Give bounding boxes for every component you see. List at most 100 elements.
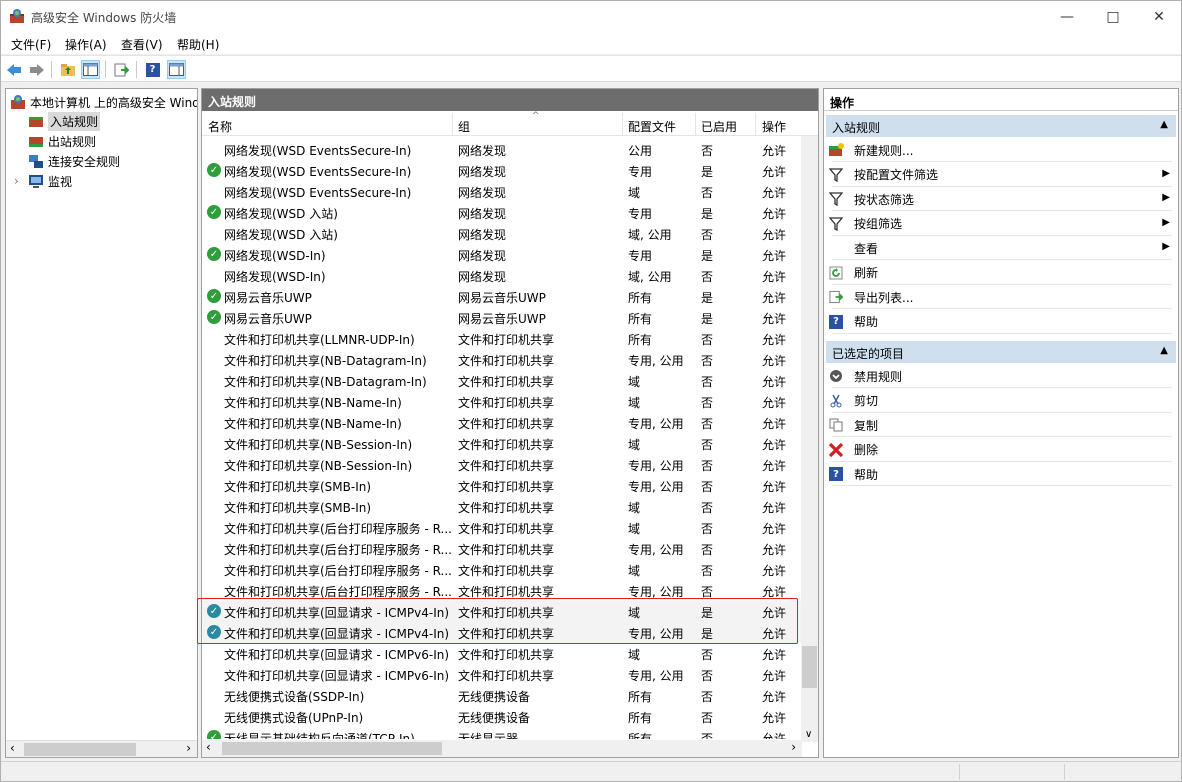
cell-name: 网络发现(WSD 入站)	[224, 228, 338, 242]
scroll-right-icon[interactable]: ›	[791, 740, 796, 754]
enabled-check-icon: ✓	[207, 247, 221, 261]
column-action[interactable]: 操作	[762, 118, 786, 135]
action-item[interactable]: 按配置文件筛选 ▶	[828, 164, 1174, 186]
cell-group: 文件和打印机共享	[458, 480, 555, 494]
action-item-label: 帮助	[854, 315, 879, 329]
table-row[interactable]: 文件和打印机共享(NB-Datagram-In) 文件和打印机共享 域 否 允许	[202, 370, 802, 391]
tree-item-monitoring[interactable]: › 监视	[14, 171, 72, 191]
column-enabled[interactable]: 已启用	[701, 118, 737, 135]
table-row[interactable]: 无线便携式设备(SSDP-In) 无线便携设备 所有 否 允许	[202, 685, 802, 706]
expand-chevron-icon[interactable]: ›	[14, 174, 24, 188]
action-item[interactable]: 复制	[828, 414, 1174, 436]
cell-name: 文件和打印机共享(后台打印程序服务 - R...	[224, 522, 452, 536]
collapse-icon[interactable]: ▲	[1160, 345, 1168, 356]
back-icon[interactable]	[4, 60, 23, 79]
actions-section-inbound[interactable]: 入站规则 ▲	[826, 115, 1176, 137]
table-row[interactable]: 网络发现(WSD EventsSecure-In) 网络发现 公用 否 允许	[202, 139, 802, 160]
cell-profile: 所有	[628, 711, 653, 725]
cell-name: 文件和打印机共享(NB-Session-In)	[224, 459, 413, 473]
cell-enabled: 是	[701, 249, 714, 263]
table-row[interactable]: ✓ 网络发现(WSD EventsSecure-In) 网络发现 专用 是 允许	[202, 160, 802, 181]
maximize-button[interactable]: □	[1090, 1, 1136, 32]
action-item[interactable]: 按组筛选 ▶	[828, 213, 1174, 235]
scroll-left-icon[interactable]: ‹	[206, 740, 211, 754]
up-folder-icon[interactable]	[58, 60, 77, 79]
rules-hscroll-thumb[interactable]	[222, 742, 442, 755]
menu-bar: 文件(F) 操作(A) 查看(V) 帮助(H)	[1, 32, 1181, 54]
table-row[interactable]: 文件和打印机共享(后台打印程序服务 - R... 文件和打印机共享 专用, 公用 否 允…	[202, 538, 802, 559]
action-item[interactable]: 剪切	[828, 390, 1174, 412]
cell-action: 允许	[762, 711, 787, 725]
cell-profile: 专用, 公用	[628, 480, 684, 494]
menu-view[interactable]: 查看(V)	[121, 36, 163, 53]
table-row[interactable]: ✓ 无线显示基础结构反向通道(TCP-In) 无线显示器 所有 否 允许	[202, 727, 802, 739]
table-row[interactable]: 文件和打印机共享(SMB-In) 文件和打印机共享 域 否 允许	[202, 496, 802, 517]
table-row[interactable]: 文件和打印机共享(回显请求 - ICMPv6-In) 文件和打印机共享 域 否 允许	[202, 643, 802, 664]
action-item[interactable]: 新建规则...	[828, 139, 1174, 161]
action-item[interactable]: ? 帮助	[828, 311, 1174, 333]
show-hide-action-pane-icon[interactable]	[167, 60, 186, 79]
tree-item-inbound-rules[interactable]: 入站规则	[28, 111, 101, 131]
table-row[interactable]: 文件和打印机共享(后台打印程序服务 - R... 文件和打印机共享 域 否 允许	[202, 559, 802, 580]
table-row[interactable]: 文件和打印机共享(NB-Name-In) 文件和打印机共享 域 否 允许	[202, 391, 802, 412]
table-row[interactable]: 网络发现(WSD EventsSecure-In) 网络发现 域 否 允许	[202, 181, 802, 202]
rules-vscroll-thumb[interactable]	[802, 646, 817, 688]
tree-horizontal-scrollbar[interactable]: ‹ ›	[6, 740, 197, 757]
table-row[interactable]: 文件和打印机共享(SMB-In) 文件和打印机共享 专用, 公用 否 允许	[202, 475, 802, 496]
action-item-label: 新建规则...	[854, 143, 914, 158]
cell-group: 网络发现	[458, 270, 507, 284]
action-item[interactable]: 查看 ▶	[828, 237, 1174, 259]
table-row[interactable]: 网络发现(WSD 入站) 网络发现 域, 公用 否 允许	[202, 223, 802, 244]
table-row[interactable]: 文件和打印机共享(NB-Session-In) 文件和打印机共享 专用, 公用 否 允许	[202, 454, 802, 475]
close-button[interactable]: ✕	[1136, 1, 1182, 32]
menu-action[interactable]: 操作(A)	[65, 36, 107, 53]
forward-icon[interactable]	[27, 60, 46, 79]
table-row[interactable]: 文件和打印机共享(NB-Datagram-In) 文件和打印机共享 专用, 公用 否 允…	[202, 349, 802, 370]
actions-section-selected[interactable]: 已选定的项目 ▲	[826, 341, 1176, 363]
cell-action: 允许	[762, 438, 787, 452]
table-row[interactable]: ✓ 网易云音乐UWP 网易云音乐UWP 所有是允许	[202, 307, 802, 328]
table-row[interactable]: 文件和打印机共享(后台打印程序服务 - R... 文件和打印机共享 域 否 允许	[202, 517, 802, 538]
cell-action: 允许	[762, 396, 787, 410]
table-row[interactable]: 文件和打印机共享(NB-Name-In) 文件和打印机共享 专用, 公用 否 允许	[202, 412, 802, 433]
scroll-down-icon[interactable]: ∨	[805, 729, 812, 740]
menu-help[interactable]: 帮助(H)	[177, 36, 219, 53]
tree-item-outbound-rules[interactable]: 出站规则	[28, 131, 96, 151]
scroll-right-icon[interactable]: ›	[186, 741, 191, 755]
column-name[interactable]: 名称	[208, 118, 232, 135]
collapse-icon[interactable]: ▲	[1160, 119, 1168, 130]
action-item[interactable]: 导出列表...	[828, 286, 1174, 308]
minimize-button[interactable]: —	[1044, 1, 1090, 32]
table-row[interactable]: 网络发现(WSD-In) 网络发现 域, 公用 否 允许	[202, 265, 802, 286]
tree-item-connection-security-rules[interactable]: 连接安全规则	[28, 151, 120, 171]
table-row[interactable]: 文件和打印机共享(NB-Session-In) 文件和打印机共享 域 否 允许	[202, 433, 802, 454]
table-row[interactable]: 文件和打印机共享(LLMNR-UDP-In) 文件和打印机共享 所有 否 允许	[202, 328, 802, 349]
cell-group: 文件和打印机共享	[458, 375, 555, 389]
help-icon[interactable]: ?	[143, 60, 162, 79]
table-row[interactable]: 文件和打印机共享(回显请求 - ICMPv6-In) 文件和打印机共享 专用, 公用…	[202, 664, 802, 685]
action-item[interactable]: ? 帮助	[828, 463, 1174, 485]
table-row[interactable]: 无线便携式设备(UPnP-In) 无线便携设备 所有 否 允许	[202, 706, 802, 727]
action-item[interactable]: 删除	[828, 439, 1174, 461]
table-row[interactable]: ✓ 网络发现(WSD-In) 网络发现 专用 是 允许	[202, 244, 802, 265]
export-list-icon[interactable]	[112, 60, 131, 79]
menu-file[interactable]: 文件(F)	[11, 36, 51, 53]
tree-scroll-thumb[interactable]	[24, 743, 136, 756]
cell-name: 文件和打印机共享(回显请求 - ICMPv6-In)	[224, 669, 450, 683]
table-row[interactable]: ✓ 网络发现(WSD 入站) 网络发现 专用 是 允许	[202, 202, 802, 223]
rules-vertical-scrollbar[interactable]: ∨	[801, 136, 818, 742]
action-item[interactable]: 按状态筛选 ▶	[828, 188, 1174, 210]
scroll-left-icon[interactable]: ‹	[10, 741, 15, 755]
cell-action: 允许	[762, 291, 787, 305]
cell-action: 允许	[762, 207, 787, 221]
rules-horizontal-scrollbar[interactable]: ‹ ›	[202, 740, 802, 757]
column-group[interactable]: 组	[458, 118, 470, 135]
action-item[interactable]: 禁用规则	[828, 365, 1174, 387]
action-item[interactable]: 刷新	[828, 262, 1174, 284]
show-hide-tree-icon[interactable]	[81, 60, 100, 79]
rules-pane-header: 入站规则	[202, 89, 818, 111]
tree-root[interactable]: 本地计算机 上的高级安全 Windows 防火墙	[10, 92, 197, 112]
column-profile[interactable]: 配置文件	[628, 118, 676, 135]
table-row[interactable]: ✓ 网易云音乐UWP 网易云音乐UWP 所有是允许	[202, 286, 802, 307]
cell-profile: 专用, 公用	[628, 417, 684, 431]
